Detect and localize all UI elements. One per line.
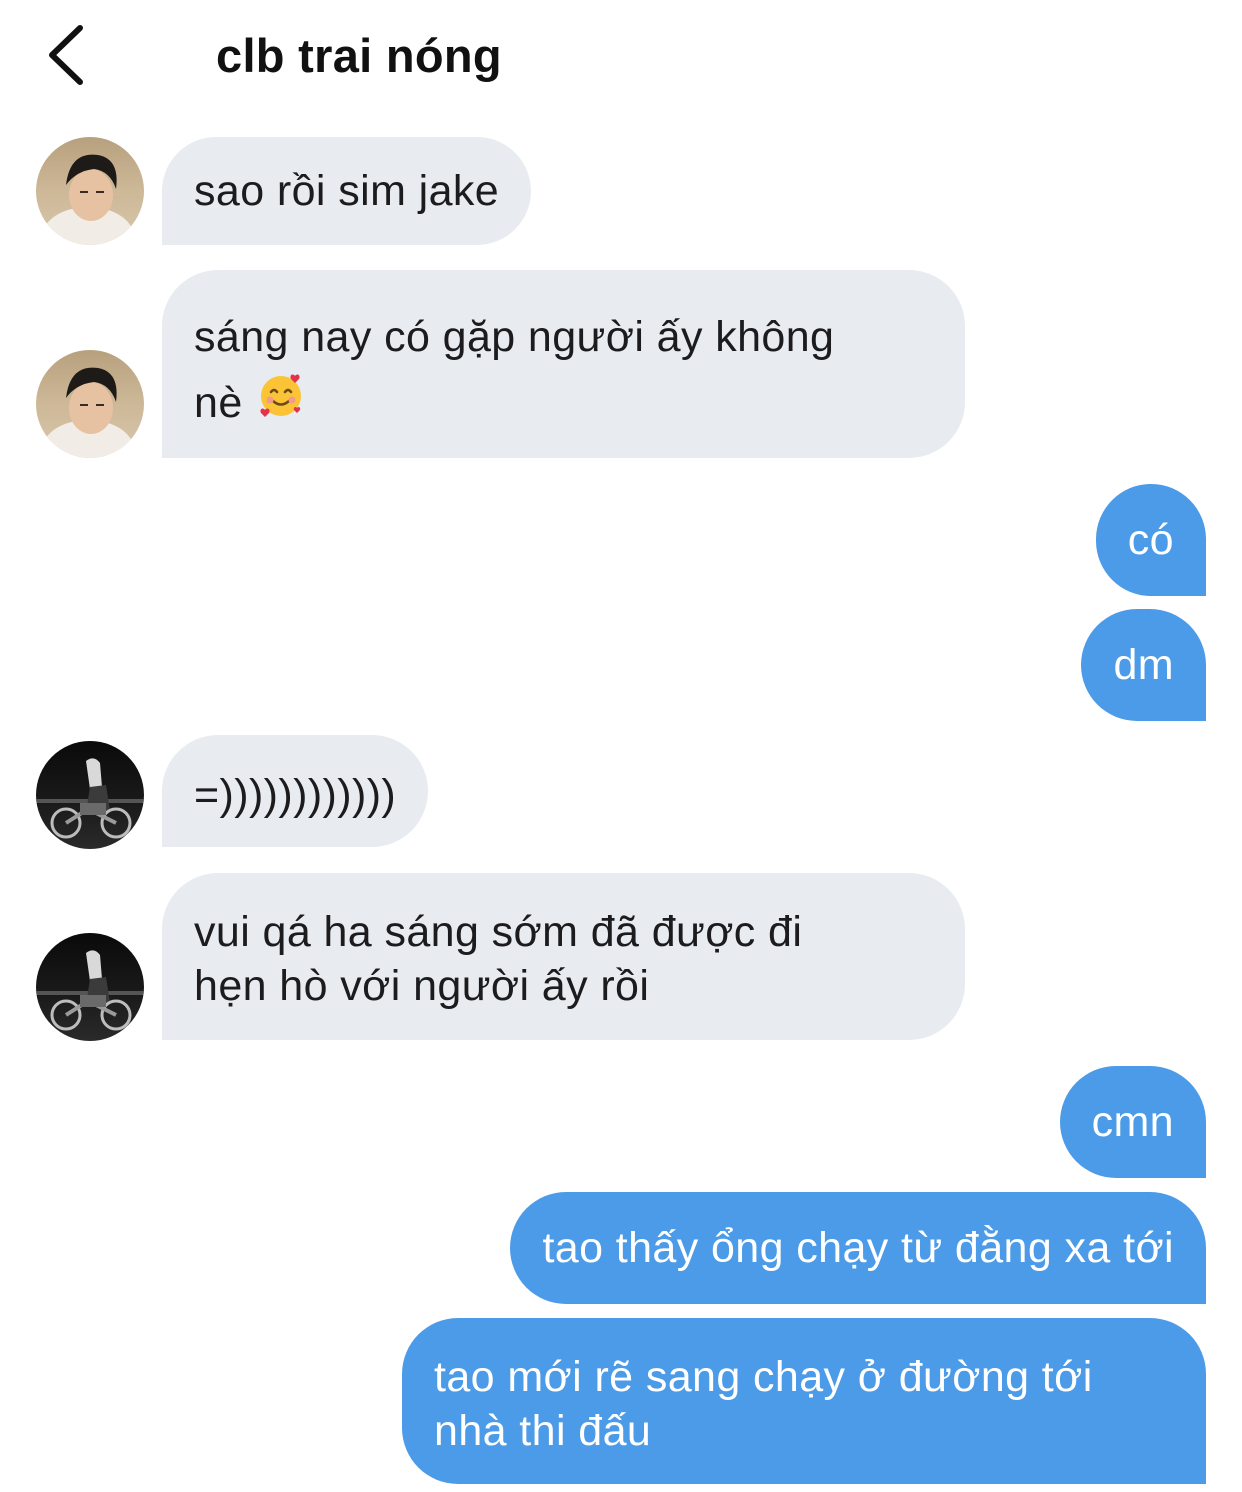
message-text: =)))))))))))) (194, 771, 397, 819)
back-button[interactable] (40, 22, 96, 88)
message-text: tao mới rẽ sang chạy ở đường tới (434, 1353, 1093, 1401)
message-bubble-outgoing[interactable]: tao thấy ổng chạy từ đằng xa tới (510, 1192, 1206, 1304)
message-bubble-outgoing[interactable]: cmn (1059, 1066, 1206, 1178)
message-bubble-outgoing[interactable]: có (1095, 484, 1206, 596)
chevron-left-icon (49, 25, 83, 85)
smiling-face-with-hearts-emoji (257, 372, 305, 439)
message-text: nè (194, 379, 243, 427)
chat-title: clb trai nóng (216, 29, 502, 82)
message-text: có (1127, 516, 1174, 564)
message-text: sao rồi sim jake (194, 167, 500, 215)
message-bubble-outgoing[interactable]: dm (1081, 609, 1206, 721)
message-text: dm (1113, 641, 1174, 689)
message-bubble-incoming[interactable]: =)))))))))))) (162, 735, 429, 847)
message-text: cmn (1091, 1098, 1174, 1146)
message-bubble-outgoing[interactable]: tao mới rẽ sang chạy ở đường tới nhà thi… (402, 1318, 1206, 1484)
avatar-motorbike[interactable] (36, 741, 144, 849)
message-bubble-incoming[interactable]: vui qá ha sáng sớm đã được đi hẹn hò với… (162, 873, 965, 1040)
avatar-motorbike[interactable] (36, 933, 144, 1041)
message-bubble-incoming[interactable]: sao rồi sim jake (162, 137, 532, 245)
message-text: nhà thi đấu (434, 1407, 652, 1455)
message-text: sáng nay có gặp người ấy không (194, 313, 835, 361)
message-bubble-incoming[interactable]: sáng nay có gặp người ấy không nè (162, 270, 965, 458)
message-text: hẹn hò với người ấy rồi (194, 962, 650, 1010)
avatar-beach[interactable] (36, 350, 144, 458)
avatar-beach[interactable] (36, 137, 144, 245)
chat-header: clb trai nóng (0, 0, 1242, 110)
message-text: tao thấy ổng chạy từ đằng xa tới (542, 1224, 1174, 1272)
message-text: vui qá ha sáng sớm đã được đi (194, 908, 803, 956)
